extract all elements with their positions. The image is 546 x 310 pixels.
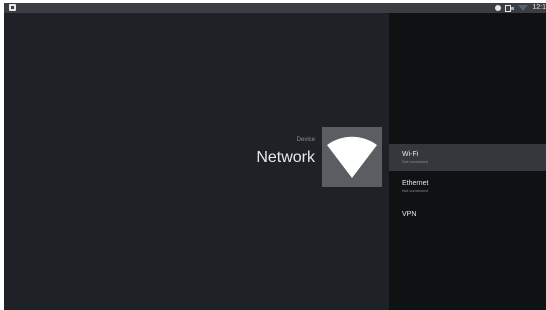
hero-icon-box <box>322 127 382 187</box>
menu-item-sublabel: Not connected <box>402 159 428 164</box>
page-title: Network <box>256 149 315 166</box>
menu-item-label: Ethernet <box>402 180 429 187</box>
status-icons: 12:1 <box>495 3 546 13</box>
wifi-icon <box>518 5 529 11</box>
menu-item-ethernet[interactable]: Ethernet Not connected <box>389 174 546 201</box>
wifi-icon <box>327 136 377 178</box>
menu-item-wifi[interactable]: Wi-Fi Not connected <box>389 144 546 171</box>
menu-item-sublabel: Not connected <box>402 188 428 193</box>
menu-item-label: VPN <box>402 211 417 218</box>
menu-item-vpn[interactable]: VPN <box>389 206 546 224</box>
ethernet-icon <box>505 4 515 12</box>
app-icon <box>9 4 16 11</box>
notification-icon <box>495 5 502 11</box>
menu-item-label: Wi-Fi <box>402 151 419 158</box>
clock: 12:1 <box>532 4 546 11</box>
breadcrumb: Device <box>296 137 315 143</box>
tv-screen: 12:1 Device Network Wi-Fi Not connected … <box>4 3 546 310</box>
status-bar: 12:1 <box>4 3 546 13</box>
